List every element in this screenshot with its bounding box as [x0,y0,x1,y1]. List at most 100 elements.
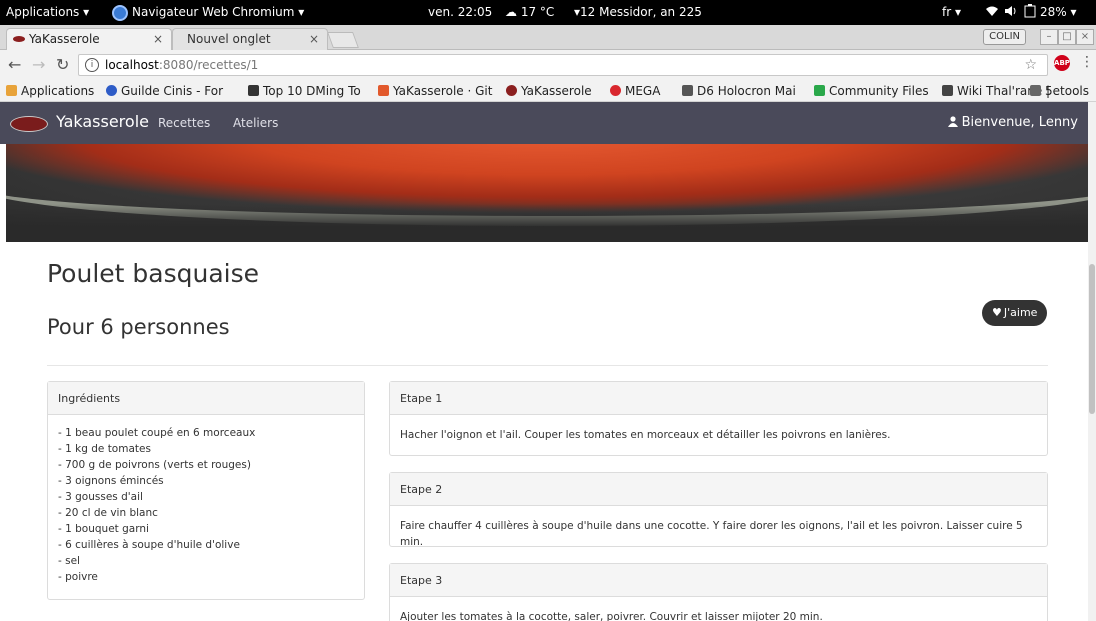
site-navbar: Yakasserole Recettes Ateliers Bienvenue,… [0,102,1088,144]
step-text: Faire chauffer 4 cuillères à soupe d'hui… [400,520,1023,548]
bookmarks-bar: Applications Guilde Cinis - For Top 10 D… [0,80,1096,102]
bookmark-label: Guilde Cinis - For [121,84,223,98]
active-app-menu[interactable]: Navigateur Web Chromium ▾ [112,0,304,25]
bookmark-guilde-cinis[interactable]: Guilde Cinis - For [106,80,240,102]
volume-icon[interactable] [1004,0,1018,25]
drive-icon [814,85,825,96]
chromium-icon [112,4,128,21]
language-selector[interactable]: fr ▾ [942,0,961,25]
ingredient-item: - 1 kg de tomates [58,443,151,455]
guild-icon [106,85,117,96]
bookmark-mega[interactable]: MEGA [610,80,674,102]
step-panel-3: Etape 3 Ajouter les tomates à la cocotte… [389,563,1048,621]
step-text: Ajouter les tomates à la cocotte, saler,… [400,611,823,621]
apps-grid-icon [6,85,17,96]
new-tab-button[interactable] [327,32,359,48]
ingredient-item: - 700 g de poivrons (verts et rouges) [58,459,251,471]
tab-yakasserole[interactable]: YaKasserole × [6,28,172,50]
weather[interactable]: ☁ 17 °C [505,0,554,25]
minimize-icon[interactable]: – [1040,29,1058,45]
yakasserole-favicon-icon [13,36,25,42]
tab-label: YaKasserole [29,32,100,46]
ingredient-item: - sel [58,555,80,567]
site-info-icon[interactable]: i [85,58,99,72]
scrollbar-thumb[interactable] [1089,264,1095,414]
ingredient-item: - 3 oignons émincés [58,475,164,487]
page-scrollbar[interactable] [1088,102,1096,621]
profile-chip[interactable]: COLIN [983,29,1026,45]
ingredients-header: Ingrédients [48,382,364,415]
alt-calendar[interactable]: ▾12 Messidor, an 225 [574,0,702,25]
bookmark-label: YaKasserole · Git [393,84,493,98]
url-input[interactable]: i localhost:8080/recettes/1 ☆ [78,54,1048,76]
active-app-label: Navigateur Web Chromium ▾ [132,5,305,19]
close-tab-icon[interactable]: × [309,29,319,49]
bookmark-d6-holocron[interactable]: D6 Holocron Mai [682,80,806,102]
ingredient-item: - 1 bouquet garni [58,523,149,535]
reload-icon[interactable]: ↻ [56,55,69,74]
back-icon[interactable]: ← [8,55,21,74]
ingredients-body: - 1 beau poulet coupé en 6 morceaux - 1 … [48,415,364,595]
url-path: :8080/recettes/1 [158,58,259,72]
page-viewport: Yakasserole Recettes Ateliers Bienvenue,… [0,102,1088,621]
table-surface [6,204,1088,242]
recipe-title: Poulet basquaise [47,259,259,288]
bookmark-yakasserole-git[interactable]: YaKasserole · Git [378,80,498,102]
welcome-text: Bienvenue, Lenny [961,115,1078,130]
bookmark-label: 5etools [1045,84,1089,98]
user-welcome[interactable]: Bienvenue, Lenny [947,115,1078,130]
site-brand[interactable]: Yakasserole [56,112,149,131]
holocron-icon [682,85,693,96]
bookmark-applications[interactable]: Applications [6,80,98,102]
nav-ateliers[interactable]: Ateliers [233,116,278,130]
close-tab-icon[interactable]: × [153,29,163,49]
tab-strip: YaKasserole × Nouvel onglet × COLIN – □ … [0,25,1096,50]
bookmark-label: Community Files [829,84,929,98]
gitlab-icon [378,85,389,96]
address-bar-row: ← → ↻ i localhost:8080/recettes/1 ☆ [0,50,1096,80]
bookmark-5etools[interactable]: 5etools [1030,80,1096,102]
url-host: localhost [105,58,159,72]
bookmark-label: MEGA [625,84,661,98]
tab-label: Nouvel onglet [187,32,271,46]
applications-menu[interactable]: Applications ▾ [6,0,89,25]
step-header: Etape 1 [390,382,1047,415]
mega-icon [610,85,621,96]
battery-icon [1024,0,1036,25]
step-panel-1: Etape 1 Hacher l'oignon et l'ail. Couper… [389,381,1048,456]
step-header: Etape 2 [390,473,1047,506]
adblock-icon[interactable]: ABP [1054,55,1070,71]
bookmark-star-icon[interactable]: ☆ [1024,55,1037,75]
heart-icon: ♥ [992,306,1002,319]
bookmark-community-files[interactable]: Community Files [814,80,934,102]
ingredient-item: - 6 cuillères à soupe d'huile d'olive [58,539,240,551]
ingredient-item: - 20 cl de vin blanc [58,507,158,519]
nav-recettes[interactable]: Recettes [158,116,210,130]
bookmark-top10-dming[interactable]: Top 10 DMing To [248,80,370,102]
pin-icon [248,85,259,96]
tab-new-tab[interactable]: Nouvel onglet × [172,28,328,50]
bookmark-label: Applications [21,84,95,98]
bookmark-yakasserole[interactable]: YaKasserole [506,80,602,102]
user-icon [947,116,958,127]
site-logo[interactable] [10,116,48,132]
wiki-icon [942,85,953,96]
recipe-servings: Pour 6 personnes [47,315,230,339]
wifi-icon[interactable] [986,0,998,25]
browser-menu-icon[interactable]: ⋮ [1080,54,1094,70]
forward-icon[interactable]: → [32,55,45,74]
yakasserole-favicon-icon [506,85,517,96]
recipe-hero-image [6,144,1088,242]
step-header: Etape 3 [390,564,1047,597]
step-panel-2: Etape 2 Faire chauffer 4 cuillères à sou… [389,472,1048,548]
clock[interactable]: ven. 22:05 [428,0,492,25]
ingredient-item: - 3 gousses d'ail [58,491,143,503]
battery-menu[interactable]: 28% ▾ [1040,0,1077,25]
like-label: J'aime [1003,306,1038,319]
maximize-icon[interactable]: □ [1058,29,1076,45]
close-window-icon[interactable]: × [1076,29,1094,45]
step-text: Hacher l'oignon et l'ail. Couper les tom… [400,429,891,441]
bookmark-label: Top 10 DMing To [263,84,361,98]
like-button[interactable]: ♥ J'aime [982,300,1048,326]
divider [47,365,1048,366]
